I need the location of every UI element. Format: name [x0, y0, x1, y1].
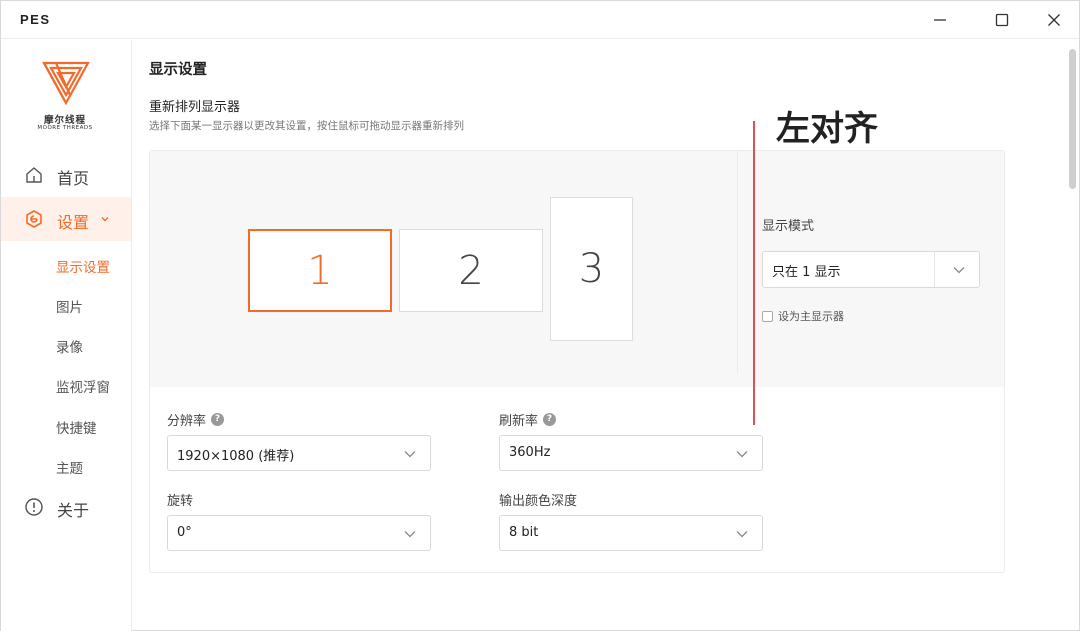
monitor-1[interactable]: 1 [248, 229, 392, 312]
sidebar-subitem-recording[interactable]: 录像 [56, 336, 83, 356]
chevron-down-icon [101, 217, 109, 222]
checkbox-label: 设为主显示器 [778, 310, 844, 323]
alignment-guide-line [753, 121, 755, 425]
maximize-button[interactable] [984, 6, 1020, 34]
monitor-3[interactable]: 3 [550, 197, 633, 341]
sidebar-item-home[interactable]: 首页 [1, 153, 131, 197]
chevron-down-icon [736, 451, 748, 458]
help-icon[interactable]: ? [211, 413, 225, 426]
app-window: PES 摩尔线程 MOORE THREADS 首页 设置 显示设置 图片 录像 … [0, 0, 1080, 631]
chevron-down-icon [404, 451, 416, 458]
maximize-icon [995, 13, 1009, 27]
brand-logo: 摩尔线程 MOORE THREADS [25, 60, 105, 140]
color-depth-select[interactable]: 8 bit [499, 515, 763, 551]
sidebar-item-settings[interactable]: 设置 [1, 197, 131, 241]
display-settings-card: 1 2 3 显示模式 只在 1 显示 设为主显示器 分辨率 ? 1920×108… [149, 150, 1005, 573]
set-primary-checkbox[interactable]: 设为主显示器 [762, 308, 844, 324]
refresh-rate-value: 360Hz [509, 445, 551, 460]
rotation-label: 旋转 [167, 494, 194, 509]
section-description: 选择下面某一显示器以更改其设置，按住鼠标可拖动显示器重新排列 [149, 120, 464, 132]
sidebar-subitem-display[interactable]: 显示设置 [56, 256, 110, 276]
chevron-down-icon [953, 267, 965, 274]
close-icon [1048, 14, 1060, 26]
color-depth-label: 输出颜色深度 [499, 494, 578, 509]
display-mode-select[interactable]: 只在 1 显示 [762, 251, 980, 288]
refresh-rate-label: 刷新率 ? [499, 410, 557, 429]
rotation-select[interactable]: 0° [167, 515, 431, 551]
color-depth-value: 8 bit [509, 525, 539, 540]
minimize-button[interactable] [922, 6, 958, 34]
sidebar-subitem-theme[interactable]: 主题 [56, 457, 83, 477]
resolution-label-text: 分辨率 [167, 414, 207, 429]
sidebar-item-label: 设置 [57, 213, 90, 232]
close-button[interactable] [1036, 6, 1072, 34]
logo-text-en: MOORE THREADS [37, 125, 93, 131]
display-mode-label: 显示模式 [762, 219, 815, 234]
sidebar-subitem-monitor-overlay[interactable]: 监视浮窗 [56, 376, 110, 396]
main-content: 显示设置 重新排列显示器 选择下面某一显示器以更改其设置，按住鼠标可拖动显示器重… [132, 40, 1062, 631]
refresh-rate-select[interactable]: 360Hz [499, 435, 763, 471]
chevron-down-icon [404, 531, 416, 538]
help-icon[interactable]: ? [543, 413, 557, 426]
chevron-down-icon [736, 531, 748, 538]
resolution-label: 分辨率 ? [167, 410, 225, 429]
resolution-select[interactable]: 1920×1080 (推荐) [167, 435, 431, 471]
sidebar-subitem-hotkeys[interactable]: 快捷键 [56, 417, 97, 437]
sidebar-item-label: 首页 [57, 169, 90, 188]
display-mode-value: 只在 1 显示 [772, 265, 841, 280]
logo-text-cn: 摩尔线程 [43, 115, 86, 126]
annotation-text: 左对齐 [776, 109, 878, 149]
checkbox-box[interactable] [762, 310, 773, 322]
scrollbar-thumb[interactable] [1069, 49, 1076, 189]
title-bar: PES [1, 1, 1079, 39]
monitor-arrangement-area: 1 2 3 显示模式 只在 1 显示 设为主显示器 [150, 151, 1004, 387]
settings-icon [26, 210, 42, 228]
sidebar-item-label: 关于 [57, 501, 90, 520]
minimize-icon [934, 19, 946, 21]
divider [737, 151, 738, 373]
divider [934, 252, 935, 287]
resolution-value: 1920×1080 (推荐) [177, 449, 295, 464]
monitor-2[interactable]: 2 [399, 229, 543, 312]
sidebar: 摩尔线程 MOORE THREADS 首页 设置 显示设置 图片 录像 监视浮窗… [1, 40, 132, 631]
logo-icon [42, 61, 90, 106]
section-title: 重新排列显示器 [149, 100, 241, 115]
info-icon [25, 498, 43, 516]
sidebar-subitem-pictures[interactable]: 图片 [56, 296, 83, 316]
home-icon [26, 167, 42, 183]
refresh-rate-label-text: 刷新率 [499, 414, 539, 429]
rotation-value: 0° [177, 525, 192, 540]
app-title: PES [20, 12, 51, 27]
sidebar-item-about[interactable]: 关于 [1, 485, 131, 529]
page-title: 显示设置 [149, 62, 207, 78]
